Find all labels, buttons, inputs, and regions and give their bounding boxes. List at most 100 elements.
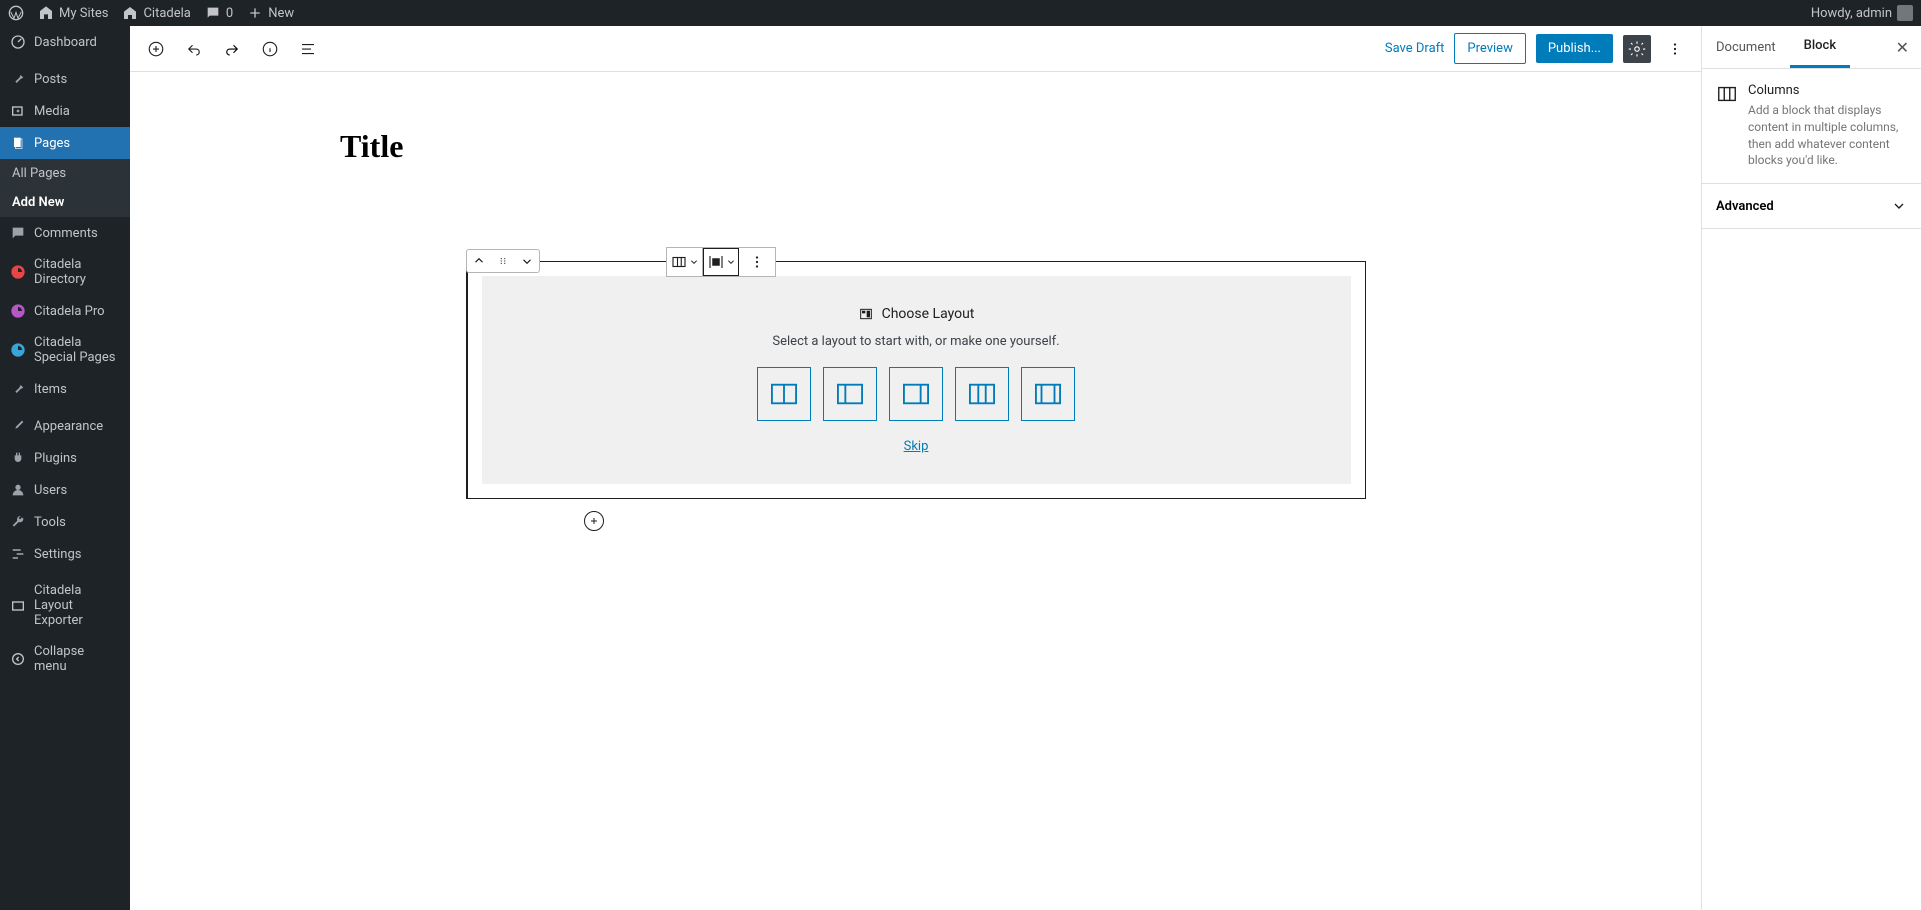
advanced-panel-toggle[interactable]: Advanced <box>1702 184 1921 229</box>
sidebar-item-citadela-pro[interactable]: Citadela Pro <box>0 295 130 327</box>
skip-link[interactable]: Skip <box>904 439 929 454</box>
outline-button[interactable] <box>294 35 322 63</box>
add-block-button[interactable] <box>142 35 170 63</box>
block-type-button[interactable] <box>667 248 703 276</box>
columns-block[interactable]: Choose Layout Select a layout to start w… <box>466 261 1366 499</box>
page-title[interactable]: Title <box>340 122 1020 171</box>
comment-icon <box>10 225 26 241</box>
sidebar-item-appearance[interactable]: Appearance <box>0 410 130 442</box>
choose-layout-heading: Choose Layout <box>512 306 1321 322</box>
save-draft-button[interactable]: Save Draft <box>1385 41 1445 56</box>
items-label: Items <box>34 382 67 397</box>
sidebar-item-pages[interactable]: Pages <box>0 127 130 159</box>
sidebar-item-comments[interactable]: Comments <box>0 217 130 249</box>
layout-50-50[interactable] <box>757 367 811 421</box>
brush-icon <box>10 418 26 434</box>
sidebar-item-settings[interactable]: Settings <box>0 538 130 570</box>
sidebar-item-citadela-directory[interactable]: Citadela Directory <box>0 249 130 295</box>
plug-icon <box>10 450 26 466</box>
block-toolbar <box>666 247 776 277</box>
info-button[interactable] <box>256 35 284 63</box>
editor-canvas[interactable]: Title <box>130 72 1701 910</box>
block-more-button[interactable] <box>739 248 775 276</box>
sliders-icon <box>10 546 26 562</box>
posts-label: Posts <box>34 72 67 87</box>
editor: Save Draft Preview Publish... Title <box>130 26 1921 910</box>
block-name-label: Columns <box>1748 83 1907 98</box>
block-info-panel: Columns Add a block that displays conten… <box>1702 69 1921 184</box>
media-label: Media <box>34 104 70 119</box>
pages-submenu: All Pages Add New <box>0 159 130 217</box>
new-label: New <box>268 6 294 21</box>
my-sites-link[interactable]: My Sites <box>38 5 108 21</box>
chevron-down-icon <box>1891 198 1907 214</box>
dashboard-icon <box>10 34 26 50</box>
collapse-icon <box>10 651 26 667</box>
layout-options <box>512 367 1321 421</box>
settings-label: Settings <box>34 547 81 562</box>
settings-gear-button[interactable] <box>1623 35 1651 63</box>
align-button[interactable] <box>703 248 739 276</box>
sidebar-item-users[interactable]: Users <box>0 474 130 506</box>
sidebar-item-citadela-special[interactable]: Citadela Special Pages <box>0 327 130 373</box>
layout-30-70[interactable] <box>823 367 877 421</box>
site-link[interactable]: Citadela <box>122 5 190 21</box>
append-block-button[interactable] <box>584 511 604 531</box>
move-up-button[interactable] <box>467 250 491 272</box>
sub-add-new[interactable]: Add New <box>0 188 130 217</box>
avatar <box>1897 5 1913 21</box>
publish-button[interactable]: Publish... <box>1536 34 1613 63</box>
admin-sidebar: Dashboard Posts Media Pages All Pages Ad… <box>0 26 130 910</box>
layout-placeholder: Choose Layout Select a layout to start w… <box>482 276 1351 484</box>
site-label: Citadela <box>143 6 190 21</box>
sub-all-pages[interactable]: All Pages <box>0 159 130 188</box>
more-menu-button[interactable] <box>1661 35 1689 63</box>
block-movers <box>466 249 540 273</box>
layout-exporter-label: Citadela Layout Exporter <box>34 583 120 628</box>
sidebar-item-dashboard[interactable]: Dashboard <box>0 26 130 58</box>
layout-70-30[interactable] <box>889 367 943 421</box>
howdy-label: Howdy, admin <box>1811 6 1892 21</box>
comments-count: 0 <box>226 6 233 21</box>
close-inspector-button[interactable]: ✕ <box>1884 38 1921 57</box>
undo-button[interactable] <box>180 35 208 63</box>
pin-icon <box>10 381 26 397</box>
move-down-button[interactable] <box>515 250 539 272</box>
layout-icon <box>858 306 874 322</box>
tab-block[interactable]: Block <box>1790 26 1850 68</box>
appearance-label: Appearance <box>34 419 103 434</box>
users-label: Users <box>34 483 67 498</box>
admin-topbar: My Sites Citadela 0 New Howdy, admin <box>0 0 1921 26</box>
dashboard-label: Dashboard <box>34 35 97 50</box>
my-sites-label: My Sites <box>59 6 108 21</box>
export-icon <box>10 598 26 614</box>
sidebar-item-collapse[interactable]: Collapse menu <box>0 636 130 682</box>
sidebar-item-items[interactable]: Items <box>0 373 130 405</box>
columns-block-wrapper: Choose Layout Select a layout to start w… <box>466 261 1366 499</box>
wp-logo-icon[interactable] <box>8 5 24 21</box>
block-description: Add a block that displays content in mul… <box>1748 102 1907 169</box>
layout-33-33-33[interactable] <box>955 367 1009 421</box>
sidebar-item-layout-exporter[interactable]: Citadela Layout Exporter <box>0 575 130 636</box>
comments-link[interactable]: 0 <box>205 5 233 21</box>
redo-button[interactable] <box>218 35 246 63</box>
pages-label: Pages <box>34 136 70 151</box>
layout-25-50-25[interactable] <box>1021 367 1075 421</box>
pin-icon <box>10 71 26 87</box>
citadela-pro-label: Citadela Pro <box>34 304 105 319</box>
sidebar-item-media[interactable]: Media <box>0 95 130 127</box>
citadela-pro-icon <box>10 303 26 319</box>
editor-toolbar: Save Draft Preview Publish... <box>130 26 1701 72</box>
drag-handle[interactable] <box>491 250 515 272</box>
plugins-label: Plugins <box>34 451 77 466</box>
sidebar-item-plugins[interactable]: Plugins <box>0 442 130 474</box>
sidebar-item-tools[interactable]: Tools <box>0 506 130 538</box>
inspector-panel: Document Block ✕ Columns Add a block tha… <box>1701 26 1921 910</box>
pages-icon <box>10 135 26 151</box>
sidebar-item-posts[interactable]: Posts <box>0 63 130 95</box>
new-link[interactable]: New <box>247 5 294 21</box>
howdy-link[interactable]: Howdy, admin <box>1811 5 1913 21</box>
tab-document[interactable]: Document <box>1702 28 1790 67</box>
preview-button[interactable]: Preview <box>1454 33 1525 64</box>
wrench-icon <box>10 514 26 530</box>
